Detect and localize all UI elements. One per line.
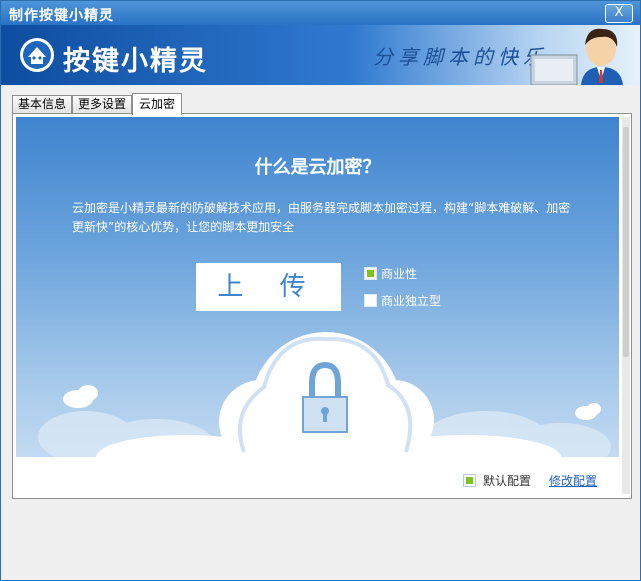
banner-slogan: 分享脚本的快乐 [373, 45, 548, 69]
tab-more-settings[interactable]: 更多设置 [72, 95, 132, 113]
panel-heading: 什么是云加密？ [254, 157, 381, 178]
mascot-illustration [530, 28, 623, 85]
commercial-standalone-checkbox[interactable] [364, 294, 377, 307]
cloud-encryption-panel: 什么是云加密？ 云加密是小精灵最新的防破解技术应用，由服务器完成脚本加密过程，构… [16, 117, 619, 494]
tab-content: 什么是云加密？ 云加密是小精灵最新的防破解技术应用，由服务器完成脚本加密过程，构… [12, 113, 632, 499]
upload-button[interactable]: 上 传 [196, 263, 341, 311]
panel-description: 云加密是小精灵最新的防破解技术应用，由服务器完成脚本加密过程，构建“脚本难破解、… [72, 201, 571, 234]
commercial-checkbox[interactable] [364, 267, 377, 280]
tab-cloud-encryption[interactable]: 云加密 [132, 93, 182, 115]
default-config-label: 默认配置 [483, 474, 532, 488]
tab-basic-info[interactable]: 基本信息 [12, 95, 72, 113]
window-title: 制作按键小精灵 [9, 8, 114, 24]
app-name: 按键小精灵 [63, 46, 208, 77]
app-banner: 按键小精灵 分享脚本的快乐 [1, 25, 640, 85]
app-window: 制作按键小精灵 X 按键小精灵 分享脚本的快乐 基本信息 更多设置 云加密 什么… [0, 0, 641, 581]
commercial-label: 商业性 [381, 267, 418, 281]
app-logo-icon [20, 38, 54, 72]
vertical-scrollbar[interactable] [622, 117, 630, 494]
default-config-checkbox[interactable] [463, 474, 476, 487]
title-bar: 制作按键小精灵 X [1, 1, 640, 25]
close-button[interactable]: X [605, 4, 633, 23]
commercial-standalone-label: 商业独立型 [381, 294, 442, 308]
scrollbar-thumb[interactable] [623, 127, 629, 357]
modify-config-link[interactable]: 修改配置 [549, 472, 597, 489]
